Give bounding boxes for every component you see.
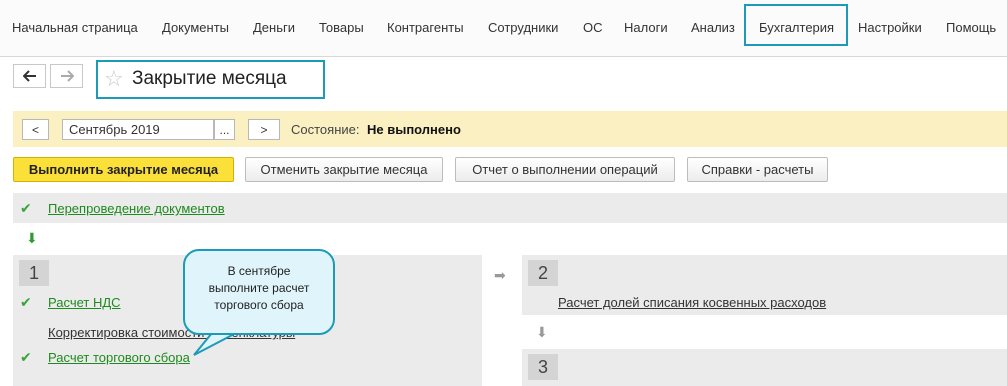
back-button[interactable]: [13, 64, 46, 88]
repost-documents-link[interactable]: Перепроведение документов: [48, 201, 225, 216]
menu-item-goods[interactable]: Товары: [319, 20, 364, 35]
step-2-panel: 2 Расчет долей списания косвенных расход…: [522, 255, 1007, 315]
step-3-panel: 3: [522, 349, 1007, 386]
step-number: 2: [528, 260, 558, 286]
operations-report-button[interactable]: Отчет о выполнении операций: [455, 157, 675, 182]
menu-item-home[interactable]: Начальная страница: [12, 20, 138, 35]
arrow-down-icon: ⬇: [26, 230, 38, 246]
check-icon: ✔: [20, 294, 32, 310]
check-icon: ✔: [20, 200, 32, 216]
prev-period-button[interactable]: <: [22, 119, 49, 140]
references-button[interactable]: Справки - расчеты: [687, 157, 828, 182]
callout-line: выполните расчет: [208, 281, 310, 295]
close-month-button[interactable]: Выполнить закрытие месяца: [13, 157, 234, 182]
trade-fee-calc-link[interactable]: Расчет торгового сбора: [48, 350, 190, 365]
menu-item-fixed-assets[interactable]: ОС: [583, 20, 603, 35]
menu-item-settings[interactable]: Настройки: [858, 20, 922, 35]
state-value: Не выполнено: [367, 122, 461, 137]
indirect-costs-link[interactable]: Расчет долей списания косвенных расходов: [558, 295, 826, 310]
menu-item-documents[interactable]: Документы: [162, 20, 229, 35]
state-label: Состояние:: [291, 122, 360, 137]
cancel-close-month-button[interactable]: Отменить закрытие месяца: [245, 157, 443, 182]
arrow-left-icon: [22, 70, 36, 82]
menu-highlight-frame: [744, 4, 848, 46]
star-icon[interactable]: ☆: [104, 66, 124, 92]
callout-line: В сентябре: [227, 264, 291, 278]
choose-period-button[interactable]: ...: [214, 119, 235, 140]
next-period-button[interactable]: >: [248, 119, 280, 140]
period-status-bar: < Сентябрь 2019 ... > Состояние: Не выпо…: [13, 111, 1007, 147]
menu-item-taxes[interactable]: Налоги: [624, 20, 668, 35]
menu-item-help[interactable]: Помощь: [946, 20, 996, 35]
vat-calc-link[interactable]: Расчет НДС: [48, 295, 121, 310]
main-menu-bar: Начальная страница Документы Деньги Това…: [0, 0, 1007, 57]
period-field[interactable]: Сентябрь 2019: [62, 119, 214, 140]
page-title: Закрытие месяца: [132, 68, 287, 89]
hint-callout: В сентябре выполните расчет торгового сб…: [183, 249, 335, 335]
arrow-down-icon: ⬇: [536, 324, 548, 340]
menu-item-analysis[interactable]: Анализ: [691, 20, 735, 35]
menu-item-money[interactable]: Деньги: [253, 20, 295, 35]
callout-line: торгового сбора: [214, 298, 304, 312]
step-number: 3: [528, 354, 558, 380]
menu-item-employees[interactable]: Сотрудники: [488, 20, 558, 35]
step-number: 1: [19, 260, 49, 286]
repost-panel: ✔ Перепроведение документов: [13, 193, 1007, 223]
check-icon: ✔: [20, 349, 32, 365]
menu-item-counterparties[interactable]: Контрагенты: [387, 20, 464, 35]
page-title-box: ☆ Закрытие месяца: [96, 60, 325, 99]
arrow-right-icon: [60, 70, 74, 82]
forward-button[interactable]: [50, 64, 83, 88]
arrow-right-icon: ➡: [494, 267, 506, 283]
